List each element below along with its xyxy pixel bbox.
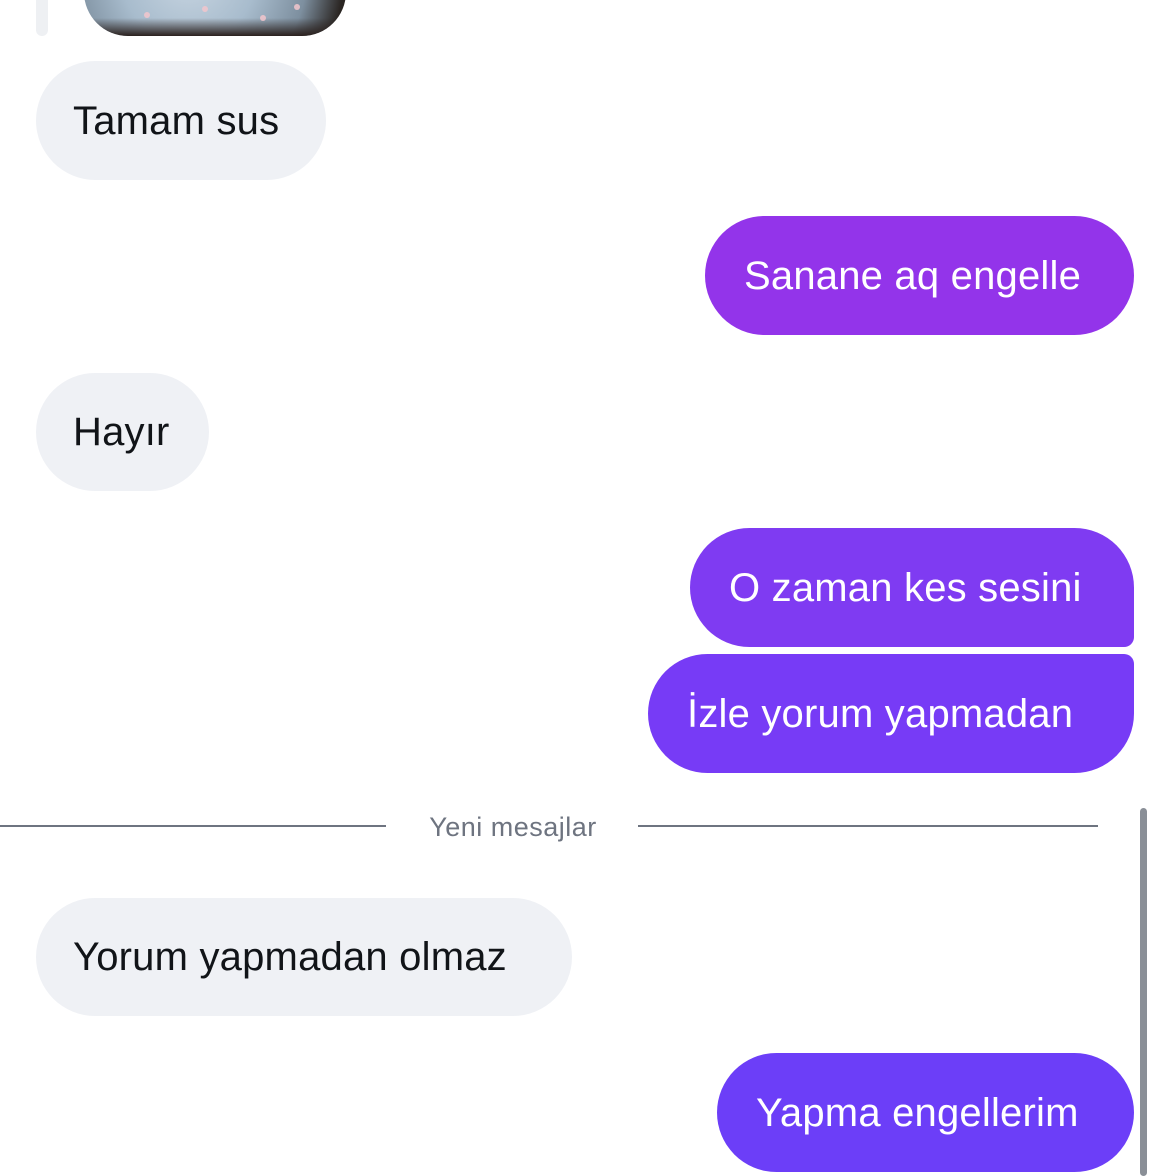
divider-line-right xyxy=(638,825,1098,827)
message-outgoing[interactable]: O zaman kes sesini xyxy=(690,528,1134,647)
message-text: Sanane aq engelle xyxy=(744,253,1082,298)
message-incoming[interactable]: Tamam sus xyxy=(36,61,326,180)
message-text: İzle yorum yapmadan xyxy=(687,691,1074,736)
new-messages-divider: Yeni mesajlar xyxy=(0,808,1100,844)
divider-line-left xyxy=(0,825,386,827)
message-outgoing[interactable]: Yapma engellerim xyxy=(717,1053,1134,1172)
message-incoming[interactable]: Hayır xyxy=(36,373,209,491)
message-text: O zaman kes sesini xyxy=(729,565,1082,610)
scrollbar[interactable] xyxy=(1140,808,1147,1176)
message-text: Hayır xyxy=(73,410,170,454)
chat-screen: Tamam sus Sanane aq engelle Hayır O zama… xyxy=(0,0,1158,1176)
message-text: Tamam sus xyxy=(73,98,280,143)
message-text: Yapma engellerim xyxy=(756,1090,1079,1135)
message-incoming[interactable]: Yorum yapmadan olmaz xyxy=(36,898,572,1016)
message-outgoing[interactable]: İzle yorum yapmadan xyxy=(648,654,1134,773)
media-edge xyxy=(36,0,48,36)
divider-label: Yeni mesajlar xyxy=(429,812,597,842)
message-outgoing[interactable]: Sanane aq engelle xyxy=(705,216,1134,335)
message-text: Yorum yapmadan olmaz xyxy=(73,935,507,979)
photo-attachment-thumbnail[interactable] xyxy=(84,0,346,36)
